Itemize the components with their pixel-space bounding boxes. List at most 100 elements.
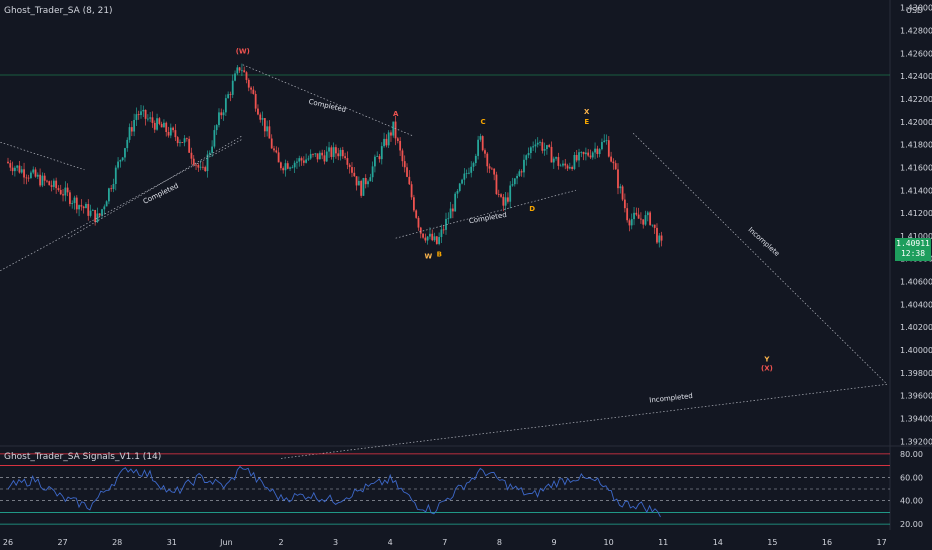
candle-body xyxy=(73,197,76,204)
candle-body xyxy=(596,148,599,155)
time-axis: 26 27 28 31 Jun 2 3 4 7 8 9 10 11 14 15 16 17 xyxy=(3,538,887,547)
candle-body xyxy=(206,154,209,172)
price-tick-label: 1.40200 xyxy=(900,323,932,332)
wave-label: W xyxy=(425,253,433,261)
candle-body xyxy=(282,168,285,171)
price-tick-label: 1.39400 xyxy=(900,414,932,423)
candle-body xyxy=(493,168,496,175)
time-tick-label: 7 xyxy=(442,538,447,547)
candle-body xyxy=(451,208,454,212)
candle-body xyxy=(552,158,555,163)
time-tick-label: 10 xyxy=(604,538,614,547)
wave-label: B xyxy=(437,250,442,258)
candle-body xyxy=(307,158,310,160)
time-tick-label: 14 xyxy=(713,538,723,547)
candle-body xyxy=(133,119,136,132)
candle-body xyxy=(89,210,92,216)
candle-body xyxy=(302,160,305,163)
time-tick-label: 4 xyxy=(388,538,393,547)
candle-body xyxy=(174,130,177,138)
annotation-label: Incomplete xyxy=(746,226,780,258)
candle-body xyxy=(181,142,184,144)
price-tick-label: 1.40600 xyxy=(900,278,932,287)
candle-body xyxy=(7,161,9,164)
candle-body xyxy=(291,167,294,169)
candle-body xyxy=(429,233,431,237)
candle-body xyxy=(623,199,626,209)
wave-label: Y xyxy=(763,355,770,363)
current-price-tag: 1.40911 12:38 xyxy=(895,238,931,261)
candle-body xyxy=(630,219,633,226)
candle-body xyxy=(516,175,518,179)
candle-body xyxy=(502,196,505,206)
candle-body xyxy=(13,167,16,172)
candle-body xyxy=(241,70,243,72)
candle-body xyxy=(504,197,507,206)
time-tick-label: Jun xyxy=(219,538,233,547)
candle-body xyxy=(575,154,578,161)
candle-body xyxy=(167,131,170,136)
candle-body xyxy=(43,175,46,181)
candle-body xyxy=(591,152,594,158)
candle-body xyxy=(621,186,624,200)
time-tick-label: 31 xyxy=(167,538,177,547)
price-tick-label: 1.42000 xyxy=(900,118,932,127)
candle-body xyxy=(128,127,131,140)
candle-body xyxy=(80,205,83,207)
candle-body xyxy=(156,118,158,130)
candle-body xyxy=(130,127,133,132)
candle-body xyxy=(523,159,525,173)
candle-body xyxy=(394,121,397,139)
candle-body xyxy=(66,187,69,193)
candle-body xyxy=(376,156,379,158)
candle-body xyxy=(160,123,163,128)
candle-body xyxy=(183,138,186,143)
candle-body xyxy=(383,138,385,147)
candle-body xyxy=(642,219,645,225)
candle-body xyxy=(380,146,383,160)
candle-body xyxy=(559,165,562,167)
candle-body xyxy=(419,227,422,234)
candle-body xyxy=(50,185,53,187)
rsi-tick-label: 40.00 xyxy=(900,497,923,506)
candle-body xyxy=(16,165,19,168)
rsi-tick-label: 60.00 xyxy=(900,473,923,482)
countdown: 12:38 xyxy=(900,249,926,258)
candle-body xyxy=(103,206,106,210)
candle-body xyxy=(321,152,324,156)
time-tick-label: 9 xyxy=(551,538,556,547)
candle-body xyxy=(477,139,480,156)
candle-body xyxy=(57,188,60,190)
candle-body xyxy=(250,87,252,90)
candle-body xyxy=(309,154,312,159)
trend-line xyxy=(0,138,243,272)
price-tick-label: 1.41800 xyxy=(900,141,932,150)
wave-label: D xyxy=(529,205,535,213)
sub-indicator-title: Ghost_Trader_SA Signals_V1.1 (14) xyxy=(4,452,162,462)
candle-body xyxy=(117,161,119,168)
candle-body xyxy=(277,152,280,163)
candle-body xyxy=(364,178,367,185)
candle-body xyxy=(227,94,230,99)
candle-body xyxy=(121,157,124,161)
candle-body xyxy=(584,152,587,155)
candle-body xyxy=(490,168,493,170)
price-tick-label: 1.41200 xyxy=(900,209,932,218)
candle-body xyxy=(362,178,365,196)
candle-body xyxy=(323,155,326,162)
candle-body xyxy=(484,150,486,154)
candle-body xyxy=(296,161,298,163)
candle-body xyxy=(603,140,606,143)
candle-body xyxy=(165,122,168,132)
candle-body xyxy=(279,162,282,169)
candle-body xyxy=(527,153,530,156)
candle-body xyxy=(337,153,340,157)
candle-body xyxy=(495,174,498,195)
candle-body xyxy=(525,155,528,160)
candle-body xyxy=(461,179,463,184)
candle-body xyxy=(252,89,255,94)
candle-body xyxy=(179,142,181,144)
candle-body xyxy=(135,114,138,120)
candle-body xyxy=(332,147,335,157)
chart-canvas[interactable]: CompletedCompletedCompletedIncompleteInc… xyxy=(0,0,932,550)
